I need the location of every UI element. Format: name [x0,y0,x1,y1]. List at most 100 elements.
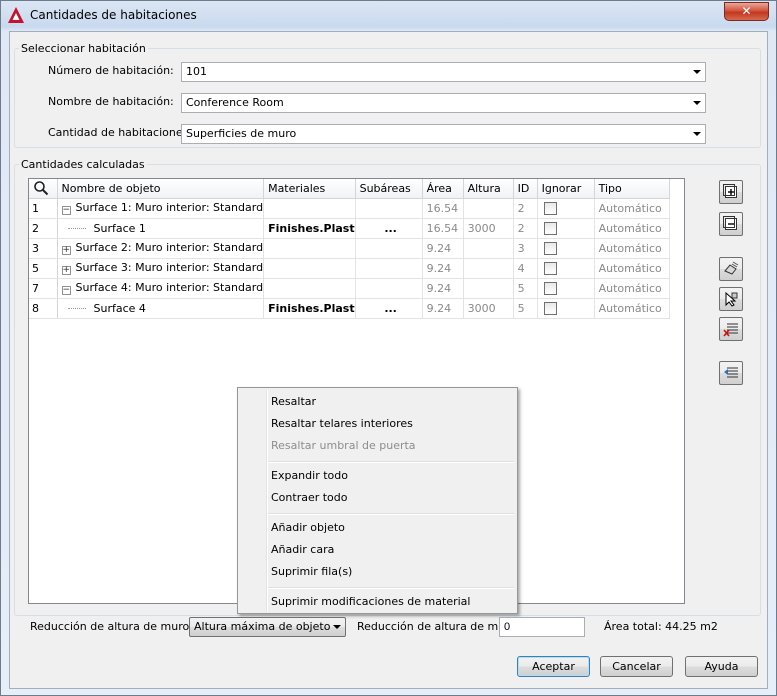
object-name: Surface 2: Muro interior: Standard [75,241,264,254]
height-cell[interactable]: 3000 [463,218,514,239]
room-name-select[interactable]: Conference Room [181,93,706,113]
subareas-cell[interactable] [355,238,423,259]
table-row[interactable]: 2 Surface 1 Finishes.Plast ... 16.54 300… [29,218,670,239]
search-column-header[interactable] [29,179,58,199]
tree-connector [67,228,86,229]
delete-rows-button[interactable] [719,317,743,341]
subareas-cell[interactable] [355,198,423,219]
help-button[interactable]: Ayuda [685,656,758,677]
collapse-icon[interactable]: − [61,206,71,215]
menu-item-highlight[interactable]: Resaltar [271,395,316,408]
table-row[interactable]: 1 − Surface 1: Muro interior: Standard 16… [29,198,670,219]
object-name-cell: Surface 4 [57,298,265,319]
type-cell: Automático [594,298,670,319]
collapse-all-button[interactable] [719,212,743,236]
menu-item-highlight-interior[interactable]: Resaltar telares interiores [271,417,413,430]
menu-item-expand-all[interactable]: Expandir todo [271,469,348,482]
subareas-cell[interactable]: ... [355,298,423,319]
id-cell: 5 [513,298,538,319]
expand-icon[interactable]: + [61,266,71,275]
table-row[interactable]: 3 + Surface 2: Muro interior: Standard 9.… [29,238,670,259]
wall-height-reduction-label: Reducción de altura de muro [357,620,517,633]
id-cell: 4 [513,258,538,279]
material-cell[interactable]: Finishes.Plast [263,218,356,239]
column-header-name[interactable]: Nombre de objeto [57,179,265,199]
height-cell [463,198,514,219]
cancel-button[interactable]: Cancelar [600,656,673,677]
highlight-icon [724,261,739,275]
context-menu: Resaltar Resaltar telares interiores Res… [237,387,518,614]
ignore-checkbox[interactable] [543,261,557,275]
menu-icon-gutter [266,390,268,611]
ignore-checkbox[interactable] [543,301,557,315]
row-number: 3 [29,238,58,259]
column-header-ignore[interactable]: Ignorar [537,179,595,199]
height-cell [463,238,514,259]
object-name: Surface 4: Muro interior: Standard [75,281,264,294]
room-quantity-select[interactable]: Superficies de muro [181,124,706,144]
object-name-cell: + Surface 2: Muro interior: Standard [57,238,265,259]
object-name-cell: − Surface 1: Muro interior: Standard [57,198,265,219]
menu-separator [268,461,514,463]
material-cell[interactable]: Finishes.Plast [263,298,356,319]
add-object-button[interactable] [719,287,743,311]
type-cell: Automático [594,278,670,299]
type-cell: Automático [594,198,670,219]
calculated-quantities-legend: Cantidades calculadas [21,158,145,171]
wall-height-reduction-select[interactable]: Altura máxima de objeto [189,617,346,637]
object-name: Surface 1: Muro interior: Standard [75,201,264,214]
menu-separator [268,513,514,515]
area-cell: 9.24 [422,238,464,259]
ignore-checkbox[interactable] [543,241,557,255]
ignore-checkbox[interactable] [543,221,557,235]
column-header-materials[interactable]: Materiales [263,179,356,199]
expand-all-icon [723,184,737,198]
highlight-button[interactable] [719,257,743,281]
column-header-height[interactable]: Altura [463,179,514,199]
row-number: 2 [29,218,58,239]
material-cell[interactable] [263,238,356,259]
collapse-icon[interactable]: − [61,286,71,295]
window-title: Cantidades de habitaciones [30,8,197,22]
id-cell: 2 [513,218,538,239]
table-row[interactable]: 8 Surface 4 Finishes.Plast ... 9.24 3000… [29,298,670,319]
autocad-logo-icon [8,7,24,23]
menu-item-add-object[interactable]: Añadir objeto [271,521,345,534]
column-header-area[interactable]: Área [422,179,464,199]
column-header-type[interactable]: Tipo [594,179,670,199]
height-cell[interactable]: 3000 [463,298,514,319]
room-number-select[interactable]: 101 [181,62,706,82]
subareas-cell[interactable] [355,278,423,299]
ignore-cell [537,258,595,279]
close-button[interactable]: ✕ [724,2,769,21]
material-cell[interactable] [263,278,356,299]
remove-overrides-button[interactable] [719,361,743,385]
expand-icon[interactable]: + [61,246,71,255]
delete-rows-icon [723,323,738,337]
menu-item-collapse-all[interactable]: Contraer todo [271,491,348,504]
column-header-id[interactable]: ID [513,179,538,199]
expand-all-button[interactable] [719,180,743,204]
wall-height-reduction-from-label: Reducción de altura de muro de [30,620,207,633]
menu-item-delete-material-overrides[interactable]: Suprimir modificaciones de material [271,595,470,608]
wall-height-reduction-input[interactable] [499,617,585,637]
table-row[interactable]: 7 − Surface 4: Muro interior: Standard 9.… [29,278,670,299]
room-quantity-value: Superficies de muro [186,127,297,140]
subareas-cell[interactable] [355,258,423,279]
material-cell[interactable] [263,198,356,219]
object-name-cell: Surface 1 [57,218,265,239]
material-cell[interactable] [263,258,356,279]
chevron-down-icon [693,70,701,74]
object-name: Surface 1 [93,221,146,235]
menu-item-delete-rows[interactable]: Suprimir fila(s) [271,565,352,578]
ignore-checkbox[interactable] [543,281,557,295]
column-header-subareas[interactable]: Subáreas [355,179,423,199]
table-row[interactable]: 5 + Surface 3: Muro interior: Standard 9.… [29,258,670,279]
menu-item-add-face[interactable]: Añadir cara [271,543,334,556]
ignore-cell [537,198,595,219]
id-cell: 5 [513,278,538,299]
accept-button[interactable]: Aceptar [517,656,590,677]
subareas-cell[interactable]: ... [355,218,423,239]
ignore-checkbox[interactable] [543,201,557,215]
height-cell [463,258,514,279]
